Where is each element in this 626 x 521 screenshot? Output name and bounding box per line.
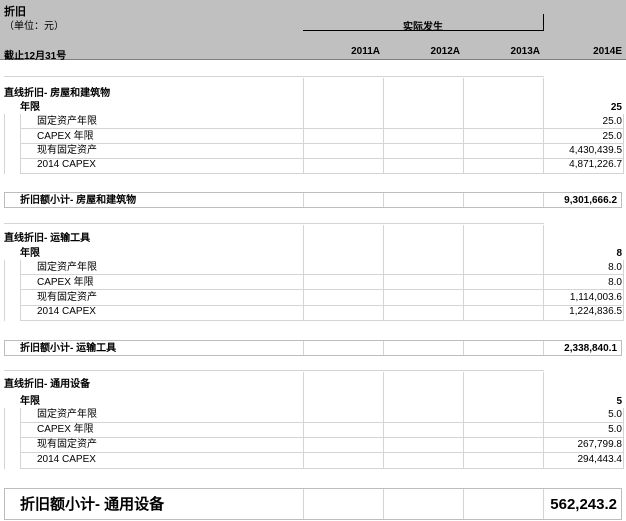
section-3-years-row[interactable]: 年限 5 bbox=[0, 395, 626, 409]
as-of-label: 截止12月31号 bbox=[4, 51, 67, 62]
row-rule bbox=[20, 320, 623, 321]
year-2012[interactable]: 2012A bbox=[390, 46, 460, 57]
section-2-subtotal-row[interactable]: 折旧额小计- 运输工具 2,338,840.1 bbox=[4, 340, 622, 356]
section-1-title: 直线折旧- 房屋和建筑物 bbox=[4, 88, 111, 99]
section-3-title-row: 直线折旧- 通用设备 bbox=[0, 378, 626, 392]
section-3-title: 直线折旧- 通用设备 bbox=[4, 379, 91, 390]
col-line bbox=[303, 341, 304, 355]
section-3-top-rule bbox=[4, 370, 544, 371]
col-line bbox=[463, 193, 464, 207]
table-row[interactable]: 现有固定资产 1,114,003.6 bbox=[0, 291, 626, 305]
item-label: CAPEX 年限 bbox=[37, 424, 94, 435]
year-2011[interactable]: 2011A bbox=[310, 46, 380, 57]
col-line bbox=[463, 489, 464, 519]
item-label: 现有固定资产 bbox=[37, 439, 97, 450]
item-label: 2014 CAPEX bbox=[37, 306, 96, 317]
col-line bbox=[543, 193, 544, 207]
section-2-title-row: 直线折旧- 运输工具 bbox=[0, 232, 626, 246]
item-label: 现有固定资产 bbox=[37, 145, 97, 156]
subtotal-value[interactable]: 9,301,666.2 bbox=[564, 193, 617, 209]
item-value[interactable]: 1,114,003.6 bbox=[570, 291, 622, 305]
row-rule bbox=[20, 173, 623, 174]
header-divider bbox=[543, 14, 544, 31]
table-row[interactable]: 现有固定资产 4,430,439.5 bbox=[0, 144, 626, 158]
col-line bbox=[543, 341, 544, 355]
subtotal-label: 折旧额小计- 运输工具 bbox=[20, 343, 117, 354]
year-2014[interactable]: 2014E bbox=[552, 46, 622, 57]
item-value[interactable]: 1,224,836.5 bbox=[569, 305, 622, 319]
item-label: 2014 CAPEX bbox=[37, 454, 96, 465]
section-2-top-rule bbox=[4, 223, 544, 224]
item-value[interactable]: 4,430,439.5 bbox=[569, 144, 622, 158]
item-label: CAPEX 年限 bbox=[37, 277, 94, 288]
item-label: 固定资产年限 bbox=[37, 409, 97, 420]
subtotal-label: 折旧额小计- 通用设备 bbox=[20, 496, 165, 513]
col-line bbox=[303, 489, 304, 519]
years-label: 年限 bbox=[20, 102, 40, 113]
item-value[interactable]: 294,443.4 bbox=[578, 453, 623, 467]
item-value[interactable]: 25.0 bbox=[603, 130, 622, 144]
item-value[interactable]: 8.0 bbox=[608, 261, 622, 275]
table-row[interactable]: CAPEX 年限 5.0 bbox=[0, 423, 626, 437]
item-value[interactable]: 5.0 bbox=[608, 408, 622, 422]
subtotal-label: 折旧额小计- 房屋和建筑物 bbox=[20, 195, 137, 206]
item-label: CAPEX 年限 bbox=[37, 131, 94, 142]
item-value[interactable]: 25.0 bbox=[603, 115, 622, 129]
item-value[interactable]: 8.0 bbox=[608, 276, 622, 290]
col-line bbox=[383, 341, 384, 355]
col-line bbox=[463, 341, 464, 355]
years-value[interactable]: 25 bbox=[611, 101, 622, 115]
item-value[interactable]: 4,871,226.7 bbox=[569, 158, 622, 172]
years-value[interactable]: 8 bbox=[616, 247, 622, 261]
item-label: 固定资产年限 bbox=[37, 116, 97, 127]
unit-label: （单位：元） bbox=[4, 21, 64, 32]
year-2013[interactable]: 2013A bbox=[470, 46, 540, 57]
col-line bbox=[303, 193, 304, 207]
item-label: 固定资产年限 bbox=[37, 262, 97, 273]
section-1-years-row[interactable]: 年限 25 bbox=[0, 101, 626, 115]
table-row[interactable]: 固定资产年限 8.0 bbox=[0, 261, 626, 275]
item-label: 2014 CAPEX bbox=[37, 159, 96, 170]
table-row[interactable]: 现有固定资产 267,799.8 bbox=[0, 438, 626, 452]
item-value[interactable]: 5.0 bbox=[608, 423, 622, 437]
years-label: 年限 bbox=[20, 248, 40, 259]
years-value[interactable]: 5 bbox=[616, 395, 622, 409]
subtotal-value[interactable]: 2,338,840.1 bbox=[564, 341, 617, 357]
table-row[interactable]: 固定资产年限 5.0 bbox=[0, 408, 626, 422]
table-row[interactable]: CAPEX 年限 25.0 bbox=[0, 130, 626, 144]
sheet-header: 折旧 （单位：元） 截止12月31号 实际发生 2011A 2012A 2013… bbox=[0, 0, 626, 62]
section-1-title-row: 直线折旧- 房屋和建筑物 bbox=[0, 87, 626, 101]
table-row[interactable]: 2014 CAPEX 294,443.4 bbox=[0, 453, 626, 467]
subtotal-value[interactable]: 562,243.2 bbox=[550, 489, 617, 521]
item-label: 现有固定资产 bbox=[37, 292, 97, 303]
item-value[interactable]: 267,799.8 bbox=[578, 438, 623, 452]
header-underline bbox=[303, 30, 543, 31]
section-2-years-row[interactable]: 年限 8 bbox=[0, 247, 626, 261]
col-line bbox=[383, 489, 384, 519]
section-1-subtotal-row[interactable]: 折旧额小计- 房屋和建筑物 9,301,666.2 bbox=[4, 192, 622, 208]
table-row[interactable]: 2014 CAPEX 4,871,226.7 bbox=[0, 158, 626, 172]
years-label: 年限 bbox=[20, 396, 40, 407]
section-2-title: 直线折旧- 运输工具 bbox=[4, 233, 91, 244]
col-line bbox=[543, 489, 544, 519]
section-3-subtotal-row[interactable]: 折旧额小计- 通用设备 562,243.2 bbox=[4, 488, 622, 520]
section-1-top-rule bbox=[4, 76, 544, 77]
col-line bbox=[383, 193, 384, 207]
table-row[interactable]: 2014 CAPEX 1,224,836.5 bbox=[0, 305, 626, 319]
table-row[interactable]: CAPEX 年限 8.0 bbox=[0, 276, 626, 290]
row-rule bbox=[20, 468, 623, 469]
table-row[interactable]: 固定资产年限 25.0 bbox=[0, 115, 626, 129]
